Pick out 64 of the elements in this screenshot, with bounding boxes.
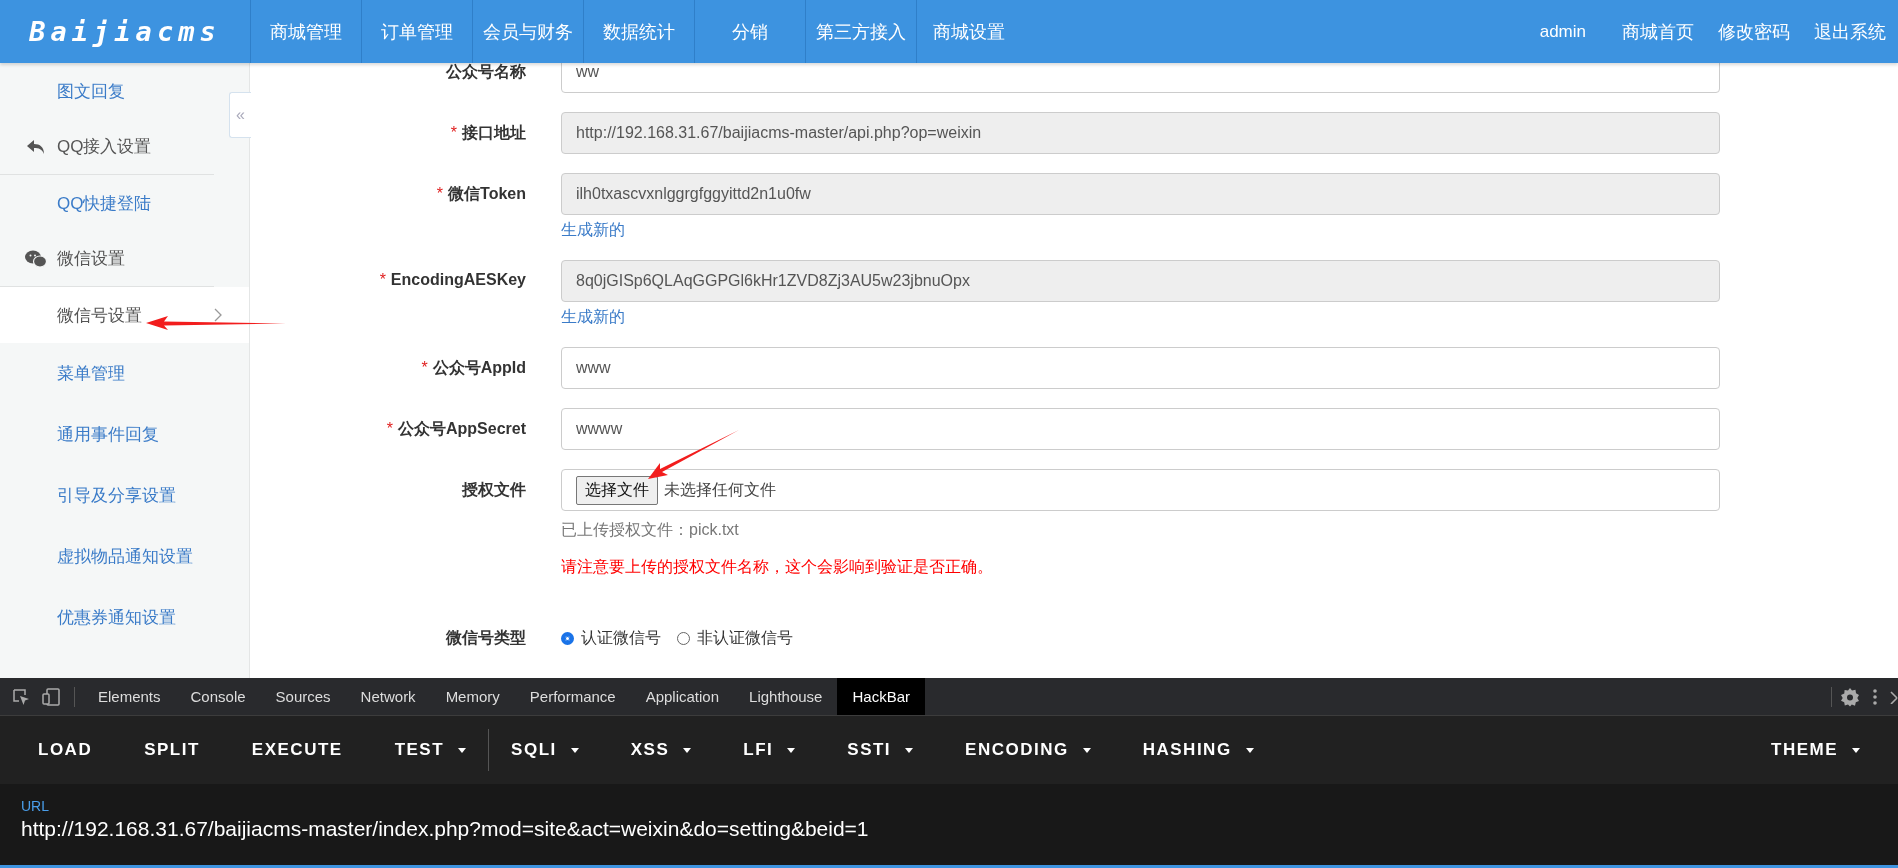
devtools-tab[interactable]: Console — [175, 678, 261, 715]
sidebar-item[interactable]: 引导及分享设置 — [0, 465, 225, 526]
settings-icon[interactable] — [1840, 686, 1860, 707]
radio-label: 非认证微信号 — [697, 628, 793, 648]
devtools-tab[interactable]: Lighthouse — [734, 678, 838, 715]
more-options-icon[interactable] — [1872, 687, 1878, 706]
url-value: http://192.168.31.67/baijiacms-master/index.php?mod=site&act=weixin&do=setting&beid=1 — [21, 817, 869, 841]
warning-text: 请注意要上传的授权文件名称，这个会影响到验证是否正确。 — [561, 557, 993, 577]
sidebar-item[interactable]: 通用事件回复 — [0, 404, 225, 465]
field-label: * 接口地址 — [449, 123, 526, 143]
hackbar-button[interactable]: SQLI — [503, 740, 587, 760]
field-label: * 公众号AppId — [420, 358, 526, 378]
devtools-tab[interactable]: Sources — [260, 678, 346, 715]
sidebar-group[interactable]: QQ接入设置 — [0, 119, 214, 175]
text-field[interactable]: www — [561, 347, 1720, 389]
text-field[interactable]: ww — [561, 63, 1720, 93]
inspect-icon[interactable] — [12, 687, 30, 706]
radio-option[interactable]: 认证微信号 — [561, 628, 661, 649]
url-field[interactable]: URL http://192.168.31.67/baijiacms-master/index.php?mod=site&act=weixin&do=setting&beid=1 — [0, 784, 1898, 868]
chevron-right-icon — [214, 308, 222, 322]
devtools-tab[interactable]: Elements — [83, 678, 176, 715]
field-label: 授权文件 — [461, 480, 526, 500]
hackbar-button[interactable]: TEST — [386, 740, 475, 760]
hackbar-button[interactable]: HASHING — [1134, 740, 1262, 760]
close-icon[interactable] — [1890, 689, 1898, 704]
hackbar-button[interactable]: XSS — [622, 740, 700, 760]
sidebar-item[interactable]: 微信号设置 — [0, 287, 249, 343]
hackbar-button[interactable]: ENCODING — [957, 740, 1099, 760]
field-label: 微信号类型 — [445, 628, 526, 648]
radio-label: 认证微信号 — [581, 628, 661, 648]
device-toolbar-icon[interactable] — [42, 687, 60, 706]
field-label: * EncodingAESKey — [378, 270, 526, 289]
field-label: * 公众号AppSecret — [385, 419, 526, 439]
field-label: * 微信Token — [435, 184, 526, 204]
chat-bubbles-icon — [25, 249, 47, 268]
choose-file-button[interactable]: 选择文件 — [576, 475, 658, 505]
sidebar-item[interactable]: 菜单管理 — [0, 343, 225, 404]
reply-icon — [25, 138, 47, 155]
devtools-tab[interactable]: Memory — [430, 678, 515, 715]
group-label: 微信设置 — [57, 248, 125, 270]
theme-button[interactable]: THEME — [1763, 740, 1868, 760]
file-field[interactable]: 选择文件 未选择任何文件 — [561, 469, 1720, 511]
hackbar-button[interactable]: EXECUTE — [243, 740, 351, 760]
sidebar-item[interactable]: 虚拟物品通知设置 — [0, 526, 225, 587]
file-status: 未选择任何文件 — [664, 479, 776, 500]
hackbar-button[interactable]: LOAD — [30, 740, 101, 760]
field-label: 公众号名称 — [445, 63, 526, 82]
hackbar-button[interactable]: SSTI — [839, 740, 922, 760]
devtools-tab[interactable]: Application — [630, 678, 735, 715]
group-label: QQ接入设置 — [57, 136, 152, 158]
devtools-tab[interactable]: Network — [345, 678, 431, 715]
hackbar-button[interactable]: SPLIT — [136, 740, 208, 760]
sidebar-item[interactable]: 优惠券通知设置 — [0, 587, 225, 648]
text-field[interactable]: wwww — [561, 408, 1720, 450]
radio-option[interactable]: 非认证微信号 — [677, 628, 793, 649]
radio-button[interactable] — [561, 632, 574, 645]
help-text: 已上传授权文件：pick.txt — [561, 520, 739, 540]
devtools-tab[interactable]: HackBar — [837, 678, 925, 715]
username: admin — [1539, 21, 1586, 42]
devtools-tab[interactable]: Performance — [514, 678, 631, 715]
hackbar-button[interactable]: LFI — [735, 740, 804, 760]
url-label: URL — [21, 798, 49, 814]
sidebar-item[interactable]: QQ快捷登陆 — [0, 175, 225, 231]
sidebar-item[interactable]: 图文回复 — [0, 63, 225, 119]
